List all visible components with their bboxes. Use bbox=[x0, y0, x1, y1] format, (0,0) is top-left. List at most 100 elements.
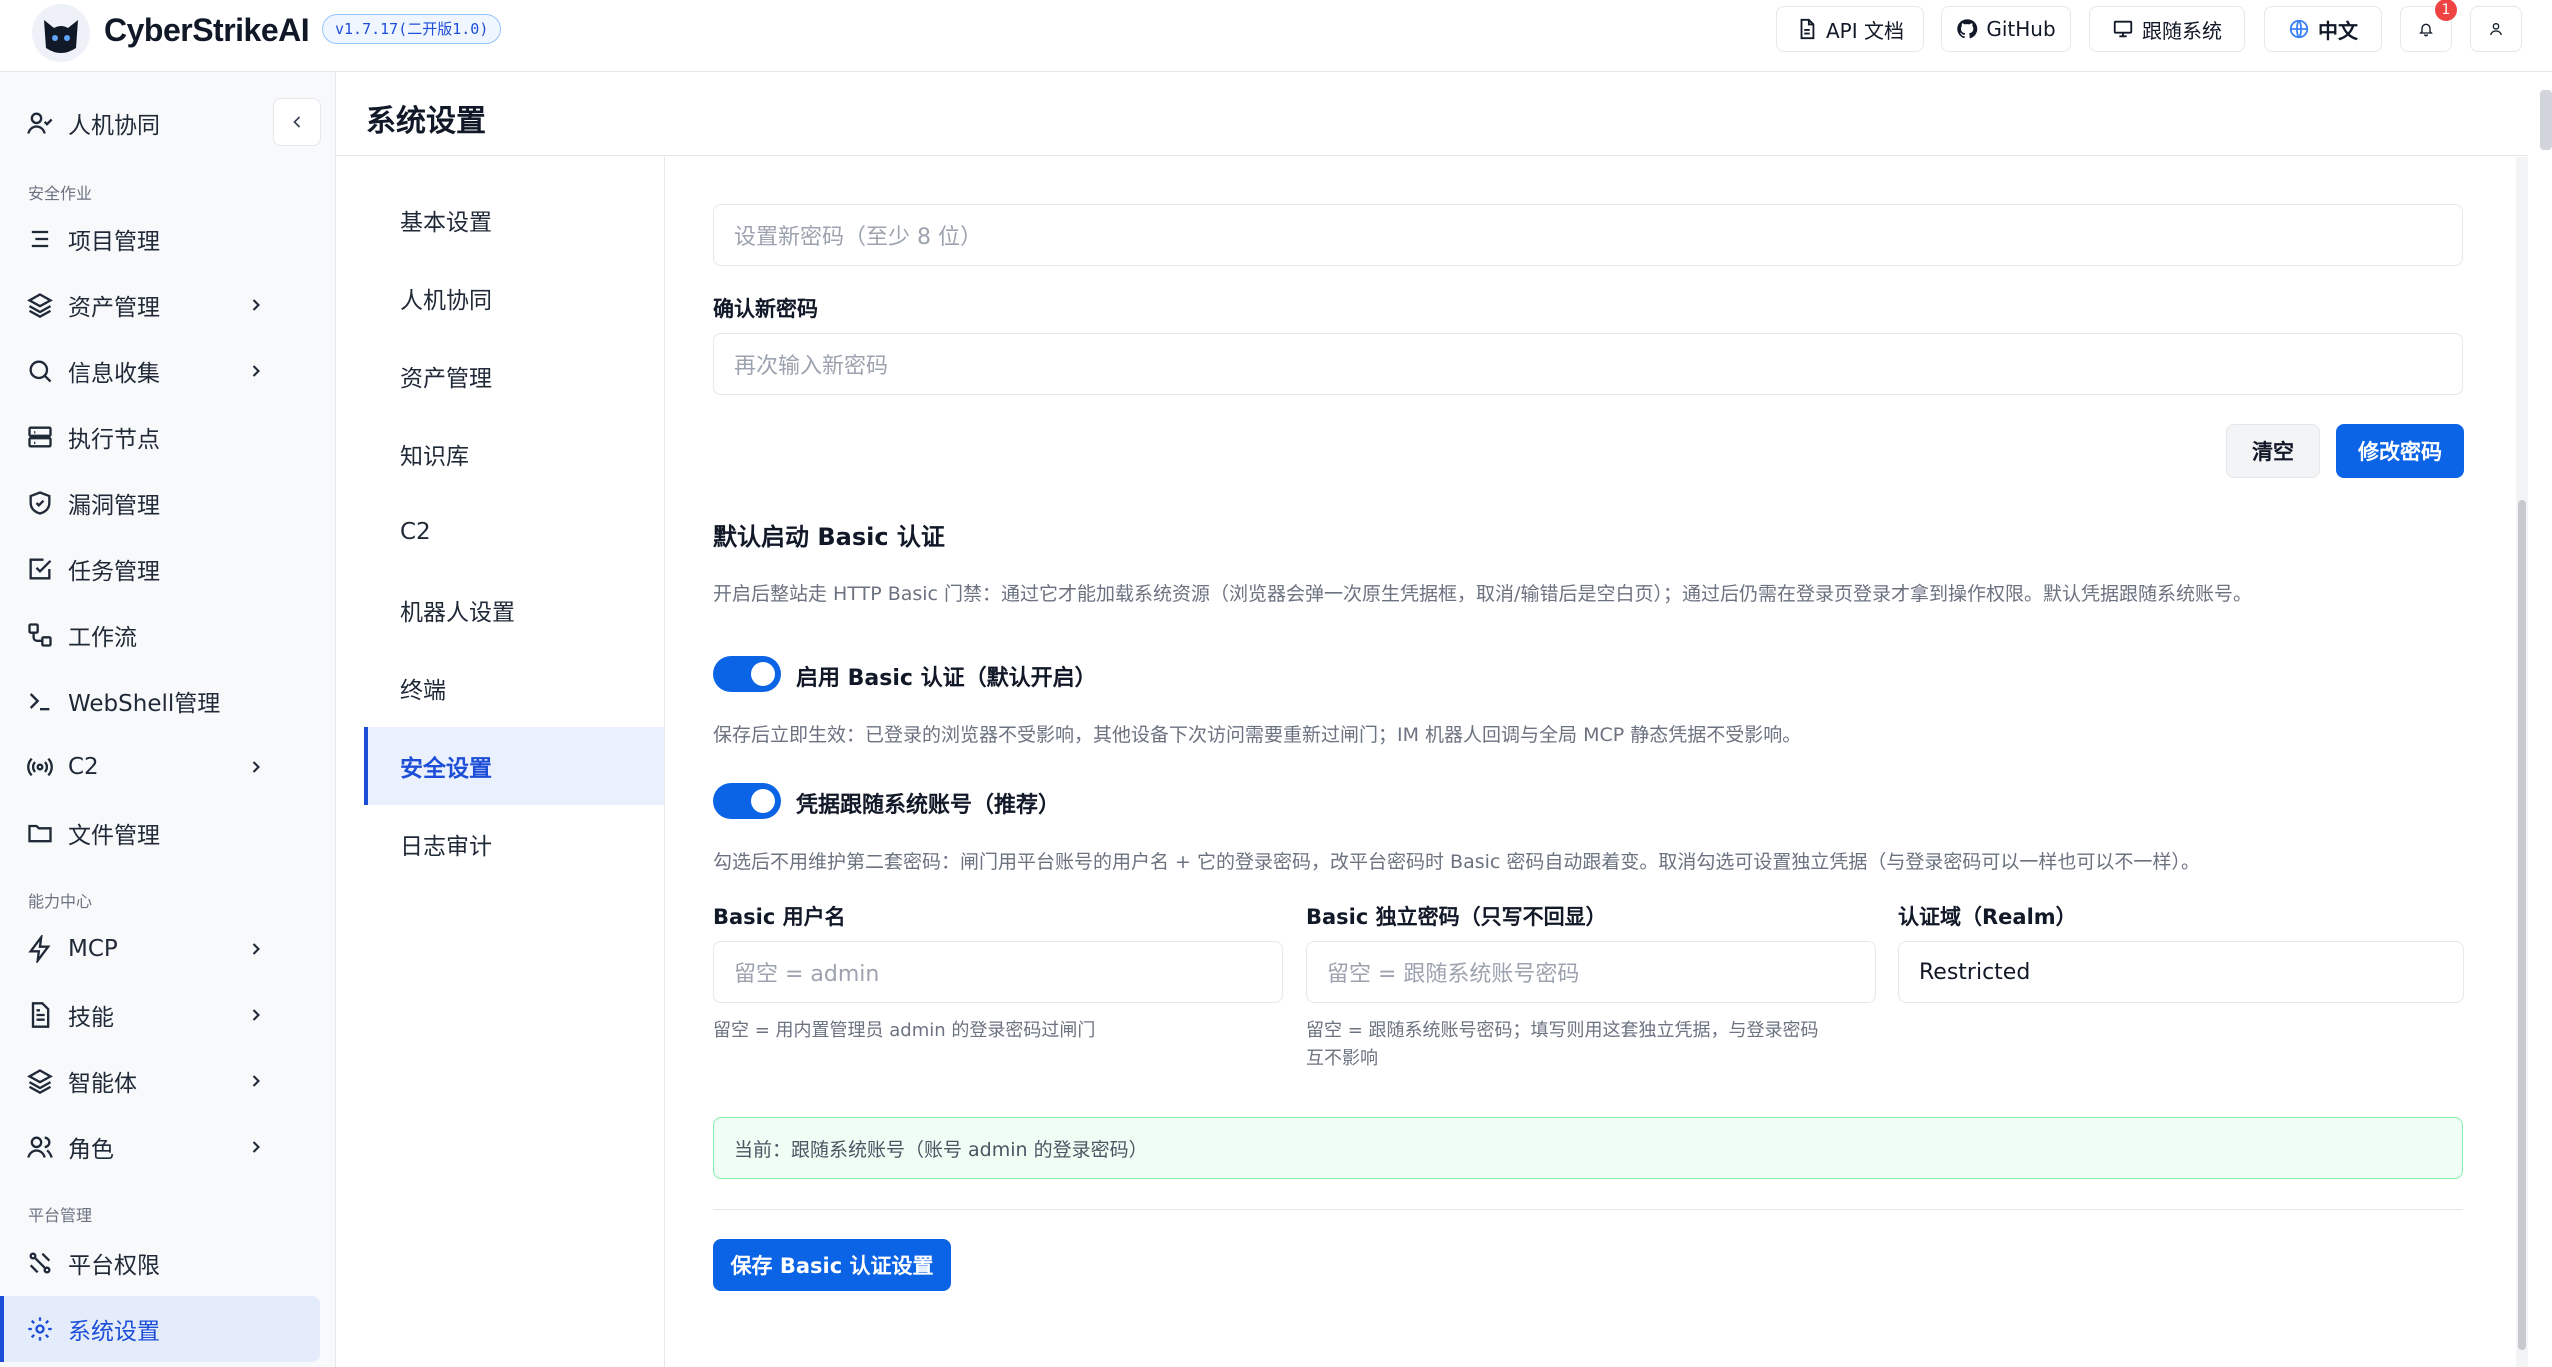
sidebar-item-permissions[interactable]: 平台权限 bbox=[0, 1230, 320, 1296]
api-docs-button[interactable]: API 文档 bbox=[1776, 6, 1924, 52]
sidebar-item-label: 执行节点 bbox=[68, 427, 160, 453]
sidebar-item-files[interactable]: 文件管理 bbox=[0, 800, 320, 866]
chevron-right-icon bbox=[252, 761, 260, 773]
settings-subnav: 基本设置 人机协同 资产管理 知识库 C2 机器人设置 终端 安全设置 日志审计 bbox=[336, 157, 665, 1367]
subnav-item-terminal[interactable]: 终端 bbox=[364, 649, 664, 727]
sidebar-item-workflow[interactable]: 工作流 bbox=[0, 602, 320, 668]
notification-button[interactable]: 1 bbox=[2400, 0, 2457, 52]
basic-auth-description: 开启后整站走 HTTP Basic 门禁：通过它才能加载系统资源（浏览器会弹一次… bbox=[713, 583, 2252, 605]
basic-username-input[interactable]: 留空 = admin bbox=[713, 941, 1283, 1003]
follow-system-account-toggle[interactable] bbox=[713, 783, 781, 819]
realm-label: 认证域（Realm） bbox=[1898, 905, 2077, 929]
theme-button[interactable]: 跟随系统 bbox=[2089, 6, 2245, 52]
save-basic-auth-button[interactable]: 保存 Basic 认证设置 bbox=[713, 1239, 951, 1291]
github-label: GitHub bbox=[1986, 17, 2056, 41]
sidebar: 人机协同 安全作业 项目管理 资产管理 信息收集 执行节点 漏洞管理 任务管理 … bbox=[0, 72, 336, 1367]
sidebar-item-label: 文件管理 bbox=[68, 823, 160, 849]
user-icon bbox=[2490, 23, 2502, 36]
sidebar-item-label: 系统设置 bbox=[68, 1319, 160, 1345]
document-icon bbox=[1800, 18, 1815, 40]
section-label-capability: 能力中心 bbox=[28, 892, 93, 911]
sidebar-item-label: 人机协同 bbox=[68, 113, 160, 139]
subnav-item-assets[interactable]: 资产管理 bbox=[364, 337, 664, 415]
top-bar: CyberStrikeAI v1.7.17(二开版1.0) API 文档 Git… bbox=[0, 0, 2552, 72]
sidebar-item-label: 项目管理 bbox=[68, 229, 160, 255]
sidebar-item-webshell[interactable]: WebShell管理 bbox=[0, 668, 320, 734]
content-scrollbar-thumb[interactable] bbox=[2518, 500, 2526, 1350]
sidebar-item-label: 工作流 bbox=[68, 625, 137, 651]
sidebar-item-human-collab[interactable]: 人机协同 bbox=[0, 90, 320, 156]
sidebar-item-label: MCP bbox=[68, 936, 118, 962]
language-button[interactable]: 中文 bbox=[2264, 6, 2382, 52]
basic-auth-status: 当前：跟随系统账号（账号 admin 的登录密码） bbox=[713, 1117, 2463, 1179]
theme-label: 跟随系统 bbox=[2142, 18, 2222, 43]
sidebar-item-roles[interactable]: 角色 bbox=[0, 1114, 320, 1180]
sidebar-item-vulns[interactable]: 漏洞管理 bbox=[0, 470, 320, 536]
version-badge: v1.7.17(二开版1.0) bbox=[322, 14, 502, 44]
sidebar-item-recon[interactable]: 信息收集 bbox=[0, 338, 320, 404]
sidebar-item-nodes[interactable]: 执行节点 bbox=[0, 404, 320, 470]
gear-icon bbox=[26, 1315, 54, 1343]
collapse-sidebar-button[interactable] bbox=[273, 98, 321, 146]
sidebar-item-label: 信息收集 bbox=[68, 361, 160, 387]
api-docs-label: API 文档 bbox=[1826, 18, 1904, 43]
layers-icon bbox=[26, 291, 54, 319]
user-check-icon bbox=[26, 109, 54, 137]
github-icon bbox=[1957, 19, 1978, 39]
subnav-item-robot[interactable]: 机器人设置 bbox=[364, 571, 664, 649]
page-header: 系统设置 bbox=[336, 72, 2528, 156]
sidebar-item-mcp[interactable]: MCP bbox=[0, 916, 320, 982]
chevron-right-icon bbox=[252, 1075, 260, 1087]
enable-basic-auth-toggle[interactable] bbox=[713, 656, 781, 692]
settings-content: 设置新密码（至少 8 位） 确认新密码 再次输入新密码 清空 修改密码 默认启动… bbox=[666, 157, 2528, 1367]
chevron-left-icon bbox=[293, 116, 301, 128]
chevron-right-icon bbox=[252, 943, 260, 955]
subnav-item-human-collab[interactable]: 人机协同 bbox=[364, 259, 664, 337]
subnav-item-knowledge[interactable]: 知识库 bbox=[364, 415, 664, 493]
sidebar-item-tasks[interactable]: 任务管理 bbox=[0, 536, 320, 602]
list-icon bbox=[26, 225, 54, 253]
sidebar-item-c2[interactable]: C2 bbox=[0, 734, 320, 800]
user-menu-button[interactable] bbox=[2470, 6, 2522, 52]
follow-system-account-label: 凭据跟随系统账号（推荐） bbox=[796, 793, 1061, 818]
sidebar-item-label: 资产管理 bbox=[68, 295, 160, 321]
sidebar-item-settings[interactable]: 系统设置 bbox=[0, 1296, 320, 1362]
terminal-icon bbox=[26, 687, 54, 715]
sidebar-item-label: WebShell管理 bbox=[68, 691, 221, 717]
subnav-item-basic[interactable]: 基本设置 bbox=[364, 181, 664, 259]
divider bbox=[713, 1209, 2463, 1210]
confirm-password-input[interactable]: 再次输入新密码 bbox=[713, 333, 2463, 395]
new-password-input[interactable]: 设置新密码（至少 8 位） bbox=[713, 204, 2463, 266]
sidebar-item-projects[interactable]: 项目管理 bbox=[0, 206, 320, 272]
folder-icon bbox=[26, 819, 54, 847]
subnav-item-c2[interactable]: C2 bbox=[364, 493, 664, 571]
chevron-right-icon bbox=[252, 1141, 260, 1153]
basic-password-input[interactable]: 留空 = 跟随系统账号密码 bbox=[1306, 941, 1876, 1003]
subnav-item-audit-log[interactable]: 日志审计 bbox=[364, 805, 664, 883]
basic-password-hint-continued: 互不影响 bbox=[1306, 1048, 1378, 1069]
github-button[interactable]: GitHub bbox=[1941, 6, 2071, 52]
sidebar-item-label: 角色 bbox=[68, 1137, 114, 1163]
sidebar-item-label: 平台权限 bbox=[68, 1253, 160, 1279]
chevron-right-icon bbox=[252, 365, 260, 377]
subnav-item-security[interactable]: 安全设置 bbox=[364, 727, 664, 805]
realm-input[interactable]: Restricted bbox=[1898, 941, 2464, 1003]
sidebar-item-label: 任务管理 bbox=[68, 559, 160, 585]
language-label: 中文 bbox=[2318, 18, 2358, 43]
sidebar-item-skills[interactable]: 技能 bbox=[0, 982, 320, 1048]
bell-icon bbox=[2419, 23, 2433, 37]
workflow-icon bbox=[26, 621, 54, 649]
layers-icon bbox=[26, 1067, 54, 1095]
permission-icon bbox=[26, 1249, 54, 1277]
sidebar-item-assets[interactable]: 资产管理 bbox=[0, 272, 320, 338]
logo-icon bbox=[32, 4, 90, 62]
change-password-button[interactable]: 修改密码 bbox=[2336, 424, 2464, 478]
chevron-right-icon bbox=[252, 1009, 260, 1021]
chevron-right-icon bbox=[252, 299, 260, 311]
sidebar-item-label: 智能体 bbox=[68, 1071, 137, 1097]
sidebar-item-agents[interactable]: 智能体 bbox=[0, 1048, 320, 1114]
enable-basic-auth-hint: 保存后立即生效：已登录的浏览器不受影响，其他设备下次访问需要重新过闸门；IM 机… bbox=[713, 724, 1802, 746]
clear-button[interactable]: 清空 bbox=[2226, 424, 2320, 478]
window-scrollbar[interactable] bbox=[2540, 90, 2552, 150]
bolt-icon bbox=[26, 935, 54, 963]
